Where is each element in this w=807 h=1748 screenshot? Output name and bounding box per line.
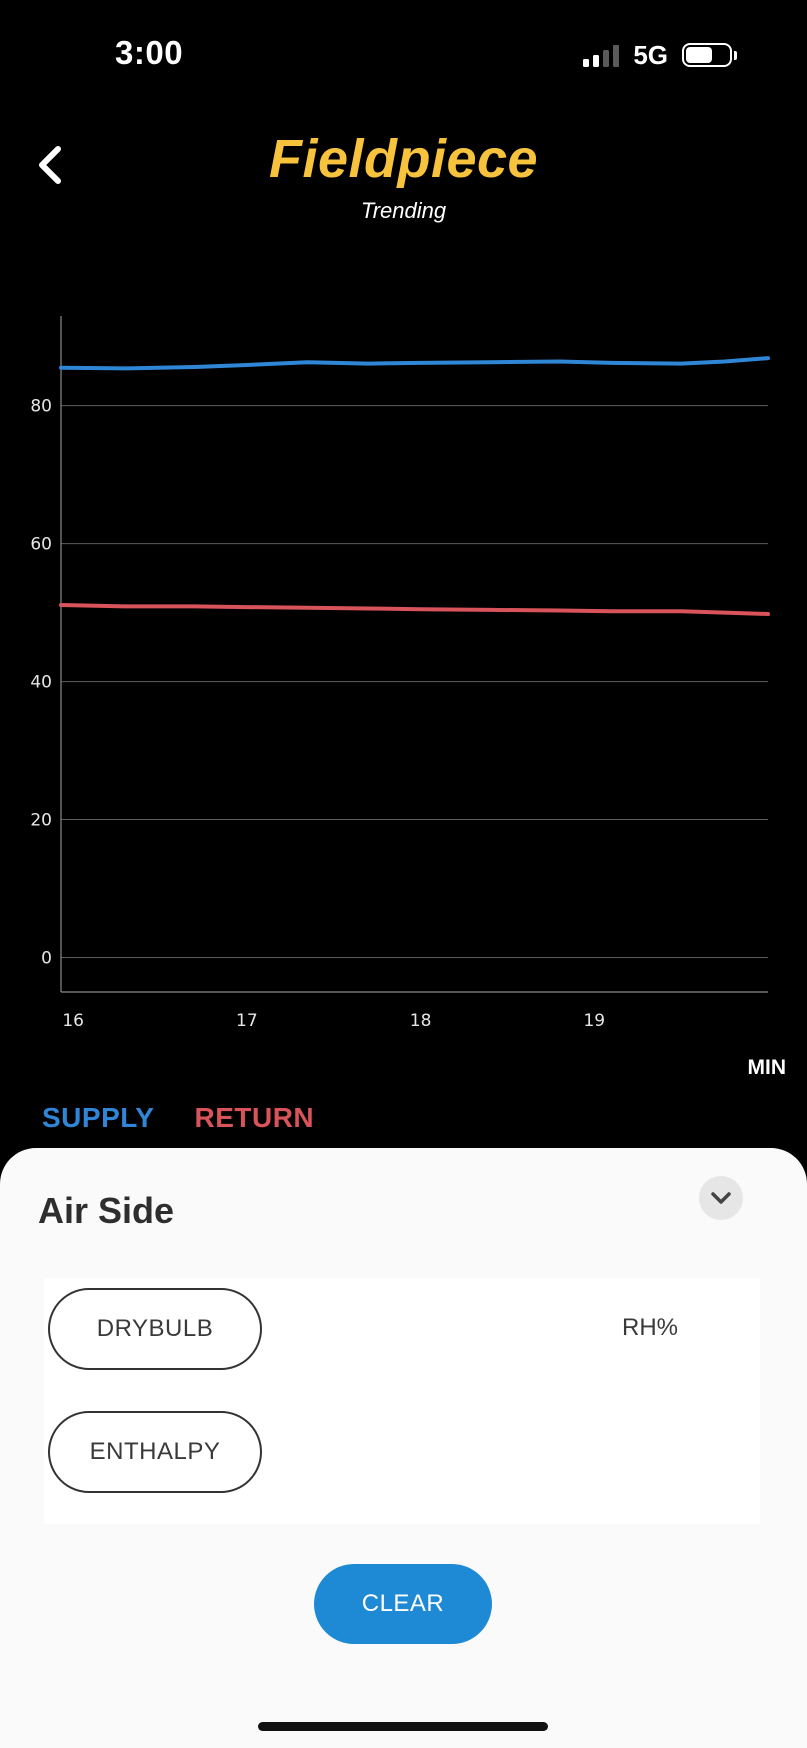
cellular-signal-icon	[583, 43, 620, 67]
x-unit-label: MIN	[748, 1056, 787, 1079]
network-type: 5G	[633, 39, 668, 70]
chevron-down-icon	[711, 1192, 731, 1204]
y-tick-label: 40	[30, 673, 52, 693]
measurement-options: DRYBULB RH% ENTHALPY	[44, 1278, 760, 1524]
clear-button[interactable]: CLEAR	[314, 1564, 492, 1644]
x-tick-label: 18	[410, 1011, 432, 1031]
panel-title: Air Side	[38, 1190, 175, 1231]
x-tick-label: 19	[583, 1011, 605, 1031]
legend-return[interactable]: RETURN	[194, 1102, 314, 1134]
y-tick-label: 20	[30, 811, 52, 831]
nav-header: Fieldpiece Trending	[0, 120, 807, 230]
chart-legend: SUPPLY RETURN	[42, 1102, 314, 1134]
air-side-panel: Air Side DRYBULB RH% ENTHALPY CLEAR	[0, 1148, 807, 1748]
y-tick-label: 60	[30, 535, 52, 555]
enthalpy-option[interactable]: ENTHALPY	[48, 1411, 262, 1493]
drybulb-option[interactable]: DRYBULB	[48, 1288, 262, 1370]
trend-chart-svg: 0 20 40 60 80 16 17 18 19 MIN	[30, 316, 787, 1079]
trend-chart: 0 20 40 60 80 16 17 18 19 MIN	[0, 300, 807, 1100]
status-time: 3:00	[115, 34, 184, 71]
series-line-return	[59, 603, 770, 616]
legend-supply[interactable]: SUPPLY	[42, 1102, 154, 1134]
status-indicators: 5G	[583, 40, 737, 70]
collapse-button[interactable]	[699, 1176, 743, 1220]
page-subtitle: Trending	[360, 198, 447, 223]
y-tick-label: 0	[41, 949, 52, 969]
brand-logo: Fieldpiece	[268, 129, 539, 189]
status-bar: 3:00 5G	[0, 0, 807, 110]
series-line-supply	[59, 356, 770, 371]
rh-option[interactable]: RH%	[622, 1314, 678, 1342]
x-tick-label: 16	[62, 1011, 84, 1031]
battery-icon	[682, 43, 737, 67]
y-tick-label: 80	[30, 397, 52, 417]
home-indicator	[258, 1722, 548, 1731]
x-tick-label: 17	[236, 1011, 258, 1031]
